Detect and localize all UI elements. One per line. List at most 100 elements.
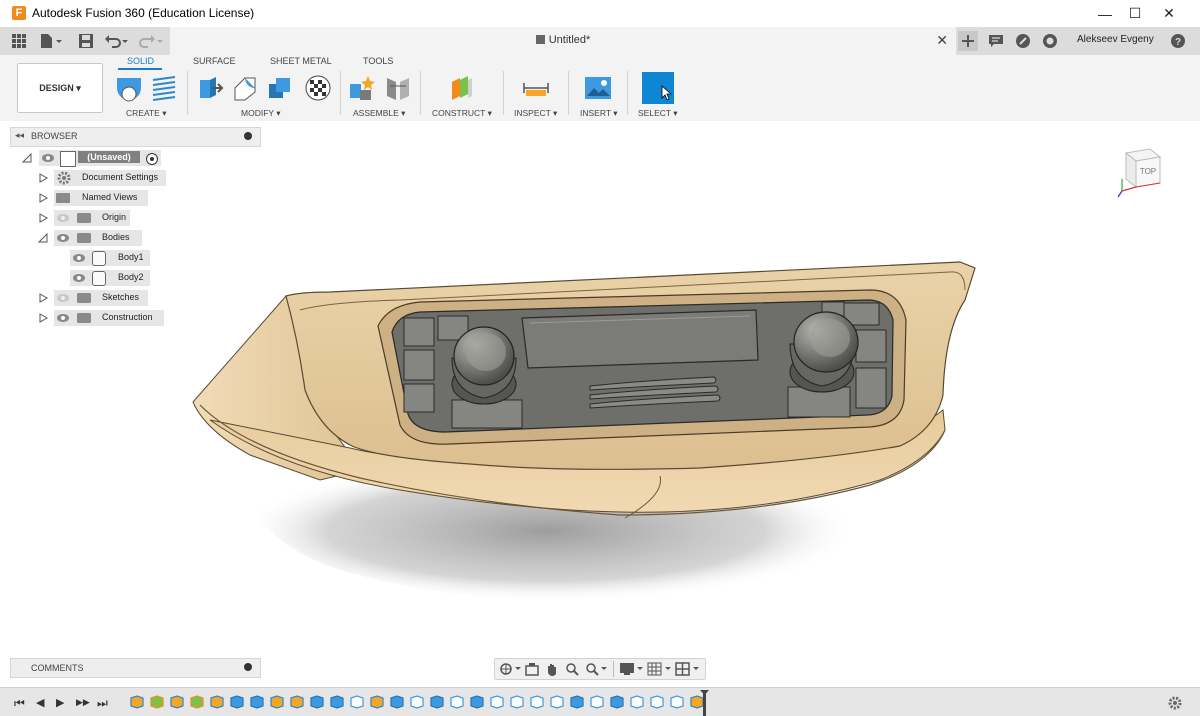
orbit-icon[interactable] [499,662,521,676]
collapsed-arrow-icon[interactable] [38,193,48,203]
new-component-icon[interactable] [115,74,143,102]
tree-item-named-views[interactable]: Named Views [36,190,176,206]
timeline-play-button[interactable]: ▶ [56,696,70,710]
as-built-joint-icon[interactable] [384,74,412,102]
fillet-icon[interactable] [231,74,259,102]
browser-pin-icon[interactable] [244,132,252,140]
expanded-arrow-icon[interactable] [38,233,48,243]
insert-image-icon[interactable] [584,74,612,102]
timeline-last-button[interactable]: ⏭ [97,696,111,710]
fillet-feature-icon[interactable] [670,695,684,709]
collapsed-arrow-icon[interactable] [38,293,48,303]
hidden-eye-icon[interactable] [57,213,69,223]
appearance-icon[interactable] [304,74,332,102]
tree-item-construction[interactable]: Construction [36,310,176,326]
viewports-icon[interactable] [675,662,699,676]
timeline-first-button[interactable]: ⏮ [14,696,28,710]
extrude-feature-icon[interactable] [330,695,344,709]
fillet-feature-icon[interactable] [450,695,464,709]
modify-group-label[interactable]: MODIFY ▾ [241,108,281,119]
collapsed-arrow-icon[interactable] [38,313,48,323]
extrude-feature-icon[interactable] [430,695,444,709]
sketch-feature-icon[interactable] [690,695,704,709]
maximize-button[interactable]: ☐ [1118,0,1152,27]
sketch-feature-icon[interactable] [130,695,144,709]
zoom-icon[interactable] [565,662,579,676]
fillet-feature-icon[interactable] [410,695,424,709]
minimize-button[interactable]: — [1088,0,1122,27]
select-icon[interactable] [642,72,674,104]
display-settings-icon[interactable] [619,662,643,676]
redo-icon[interactable] [138,31,164,51]
model-3d-view[interactable] [0,121,1200,687]
timeline-next-button[interactable]: ▶▶ [76,697,90,711]
plane-feature-icon[interactable] [150,695,164,709]
extrude-feature-icon[interactable] [230,695,244,709]
combine-icon[interactable] [266,74,294,102]
offset-plane-icon[interactable] [448,74,476,102]
look-at-icon[interactable] [525,662,539,676]
visibility-eye-icon[interactable] [57,313,69,323]
new-joint-icon[interactable] [348,74,376,102]
sketch-feature-icon[interactable] [210,695,224,709]
collapsed-arrow-icon[interactable] [38,213,48,223]
measure-icon[interactable] [522,74,550,102]
sketch-feature-icon[interactable] [170,695,184,709]
expanded-arrow-icon[interactable] [22,153,32,163]
hidden-eye-icon[interactable] [57,293,69,303]
add-tab-icon[interactable] [958,31,978,51]
sketch-feature-icon[interactable] [370,695,384,709]
fillet-feature-icon[interactable] [350,695,364,709]
extrude-feature-icon[interactable] [570,695,584,709]
comment-icon[interactable] [986,31,1006,51]
job-status-icon[interactable] [1013,31,1033,51]
document-tab[interactable]: Untitled* ✕ [170,27,956,55]
visibility-eye-icon[interactable] [42,153,54,163]
canvas-viewport[interactable]: ◂◂ BROWSER (Unsaved) Document Settings N… [0,121,1200,687]
visibility-eye-icon[interactable] [73,273,85,283]
tree-item-body1[interactable]: Body1 [70,250,160,266]
create-group-label[interactable]: CREATE ▾ [126,108,166,119]
select-group-label[interactable]: SELECT ▾ [638,108,678,119]
browser-header[interactable]: ◂◂ BROWSER [10,127,261,147]
fillet-feature-icon[interactable] [530,695,544,709]
inspect-group-label[interactable]: INSPECT ▾ [514,108,557,119]
extrude-feature-icon[interactable] [470,695,484,709]
create-sketch-icon[interactable] [150,74,178,102]
tree-item-bodies[interactable]: Bodies [36,230,176,246]
file-icon[interactable] [38,31,64,51]
grid-icon[interactable] [9,31,29,51]
plane-feature-icon[interactable] [190,695,204,709]
timeline-previous-button[interactable]: ◀ [36,696,50,710]
visibility-eye-icon[interactable] [57,233,69,243]
fillet-feature-icon[interactable] [510,695,524,709]
sketch-feature-icon[interactable] [290,695,304,709]
tree-root[interactable]: (Unsaved) [20,150,170,167]
collapse-browser-icon[interactable]: ◂◂ [15,130,24,141]
help-icon[interactable]: ? [1168,31,1188,51]
fillet-feature-icon[interactable] [490,695,504,709]
insert-group-label[interactable]: INSERT ▾ [580,108,618,119]
undo-icon[interactable] [104,31,130,51]
add-comment-icon[interactable] [244,663,252,671]
timeline-settings-gear-icon[interactable] [1168,696,1182,710]
tree-item-document-settings[interactable]: Document Settings [36,170,176,186]
close-button[interactable]: ✕ [1152,0,1186,27]
extrude-feature-icon[interactable] [610,695,624,709]
clock-icon[interactable] [1040,31,1060,51]
pan-hand-icon[interactable] [545,662,559,676]
tab-sheet-metal[interactable]: SHEET METAL [270,56,332,66]
assemble-group-label[interactable]: ASSEMBLE ▾ [353,108,405,119]
tree-item-origin[interactable]: Origin [36,210,176,226]
tree-item-body2[interactable]: Body2 [70,270,160,286]
collapsed-arrow-icon[interactable] [38,173,48,183]
activate-radio-icon[interactable] [146,153,158,165]
visibility-eye-icon[interactable] [73,253,85,263]
save-icon[interactable] [76,31,96,51]
construct-group-label[interactable]: CONSTRUCT ▾ [432,108,492,119]
extrude-feature-icon[interactable] [310,695,324,709]
comments-panel[interactable]: COMMENTS [10,658,261,678]
fillet-feature-icon[interactable] [590,695,604,709]
tab-surface[interactable]: SURFACE [193,56,236,66]
viewcube[interactable]: TOP [1110,143,1168,201]
